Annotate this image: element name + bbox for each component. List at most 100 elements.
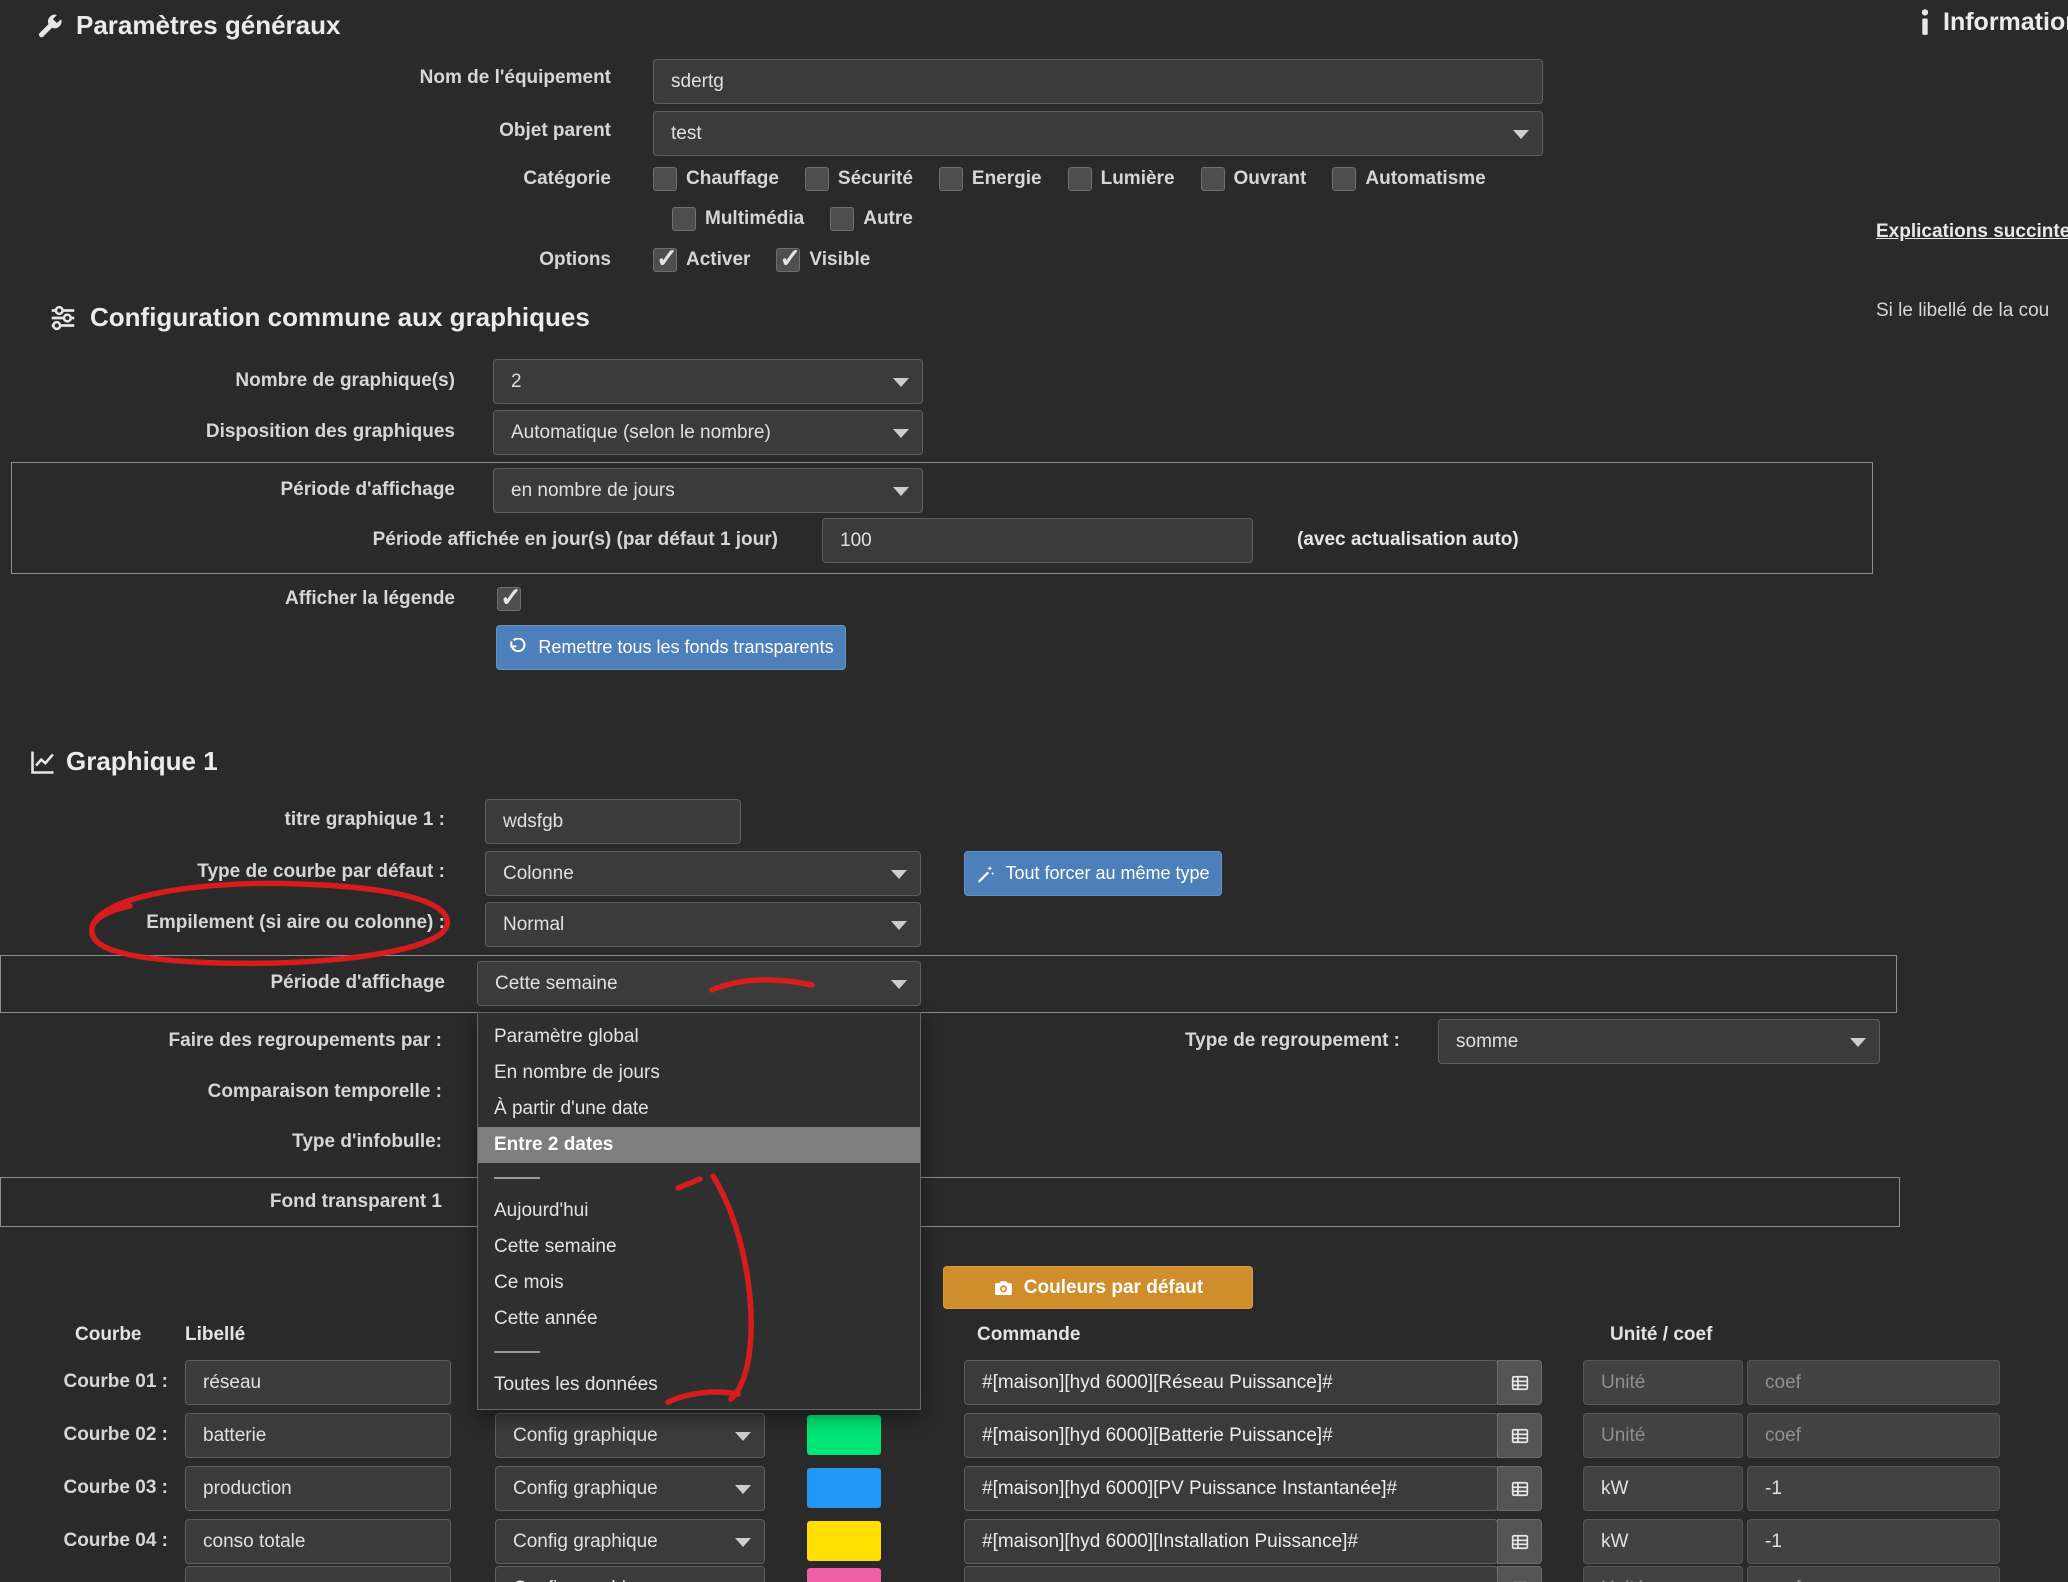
category-lumiere[interactable]: Lumière: [1068, 167, 1175, 191]
period-days-input[interactable]: [822, 518, 1253, 563]
table-list-icon: [1510, 1579, 1530, 1582]
curve-label-input[interactable]: [185, 1360, 451, 1405]
curve-command-input[interactable]: [964, 1466, 1498, 1511]
curve-command-input[interactable]: [964, 1519, 1498, 1564]
table-list-icon: [1510, 1426, 1530, 1446]
dropdown-item-a-partir-dune-date[interactable]: À partir d'une date: [478, 1091, 920, 1127]
page-header: Paramètres généraux: [36, 10, 340, 41]
stacking-label: Empilement (si aire ou colonne) :: [0, 912, 445, 934]
curve-command-input[interactable]: [964, 1413, 1498, 1458]
checkbox[interactable]: [1332, 167, 1356, 191]
explanations-link[interactable]: Explications succinte: [1876, 221, 2068, 243]
category-ouvrant[interactable]: Ouvrant: [1201, 167, 1307, 191]
chevron-down-icon: [1850, 1038, 1866, 1047]
curve-unit-input[interactable]: [1583, 1360, 1743, 1405]
checkbox[interactable]: [672, 207, 696, 231]
stacking-select[interactable]: Normal: [485, 902, 921, 947]
option-activer[interactable]: Activer: [653, 248, 750, 272]
dropdown-item-cette-annee[interactable]: Cette année: [478, 1301, 920, 1337]
category-energie[interactable]: Energie: [939, 167, 1042, 191]
command-picker-button[interactable]: [1497, 1466, 1542, 1511]
curve-color-swatch[interactable]: [807, 1468, 881, 1508]
curve-row-name: Courbe 04 :: [0, 1530, 168, 1552]
curve-unit-input[interactable]: [1583, 1413, 1743, 1458]
curve-coef-input[interactable]: [1747, 1566, 2000, 1582]
curve-coef-input[interactable]: [1747, 1360, 2000, 1405]
dropdown-item-entre-2-dates[interactable]: Entre 2 dates: [478, 1127, 920, 1163]
category-multimedia[interactable]: Multimédia: [672, 207, 804, 231]
dropdown-item-cette-semaine[interactable]: Cette semaine: [478, 1229, 920, 1265]
category-label: Catégorie: [0, 168, 611, 190]
curve-unit-input[interactable]: [1583, 1519, 1743, 1564]
checkbox[interactable]: [653, 167, 677, 191]
equipment-name-label: Nom de l'équipement: [0, 67, 611, 89]
dropdown-item-en-nombre-de-jours[interactable]: En nombre de jours: [478, 1055, 920, 1091]
curve-color-swatch[interactable]: [807, 1415, 881, 1455]
curve-config-select[interactable]: Config graphique: [495, 1413, 765, 1458]
curve-color-swatch[interactable]: [807, 1568, 881, 1582]
curve-label-input[interactable]: [185, 1466, 451, 1511]
dropdown-item-parametre-global[interactable]: Paramètre global: [478, 1019, 920, 1055]
curve-coef-input[interactable]: [1747, 1519, 2000, 1564]
dropdown-item-aujourdhui[interactable]: Aujourd'hui: [478, 1193, 920, 1229]
checkbox[interactable]: [776, 248, 800, 272]
curve-row-name: Courbe 02 :: [0, 1424, 168, 1446]
reset-backgrounds-button[interactable]: Remettre tous les fonds transparents: [496, 625, 846, 670]
checkbox[interactable]: [939, 167, 963, 191]
category-autre[interactable]: Autre: [830, 207, 913, 231]
show-legend-checkbox[interactable]: [497, 587, 521, 611]
command-picker-button[interactable]: [1497, 1566, 1542, 1582]
magic-wand-icon: [976, 864, 995, 883]
graph1-title: Graphique 1: [66, 746, 218, 777]
graph1-title-input[interactable]: [485, 799, 741, 844]
common-period-select[interactable]: en nombre de jours: [493, 468, 923, 513]
checkbox[interactable]: [1201, 167, 1225, 191]
option-visible[interactable]: Visible: [776, 248, 870, 272]
command-picker-button[interactable]: [1497, 1360, 1542, 1405]
checkbox[interactable]: [805, 167, 829, 191]
curve-unit-input[interactable]: [1583, 1566, 1743, 1582]
graph-count-select[interactable]: 2: [493, 359, 923, 404]
curve-unit-input[interactable]: [1583, 1466, 1743, 1511]
sliders-icon: [48, 303, 78, 333]
chevron-down-icon: [891, 870, 907, 879]
curve-row-name: Courbe 01 :: [0, 1371, 168, 1393]
default-colors-button[interactable]: Couleurs par défaut: [943, 1266, 1253, 1309]
curve-label-input[interactable]: [185, 1413, 451, 1458]
checkbox[interactable]: [830, 207, 854, 231]
curve-config-select[interactable]: Config graphique: [495, 1519, 765, 1564]
curve-config-select[interactable]: Config graphique: [495, 1566, 765, 1582]
wrench-icon: [36, 12, 64, 40]
curve-type-select[interactable]: Colonne: [485, 851, 921, 896]
command-picker-button[interactable]: [1497, 1519, 1542, 1564]
curve-command-input[interactable]: [964, 1360, 1498, 1405]
dropdown-item-ce-mois[interactable]: Ce mois: [478, 1265, 920, 1301]
curve-label-input[interactable]: [185, 1566, 451, 1582]
parent-object-select[interactable]: test: [653, 111, 1543, 156]
label-note: Si le libellé de la cou: [1876, 300, 2049, 322]
command-picker-button[interactable]: [1497, 1413, 1542, 1458]
equipment-name-input[interactable]: [653, 59, 1543, 104]
curve-command-input[interactable]: [964, 1566, 1498, 1582]
checkbox[interactable]: [653, 248, 677, 272]
curve-label-input[interactable]: [185, 1519, 451, 1564]
chevron-down-icon: [735, 1432, 751, 1441]
category-chauffage[interactable]: Chauffage: [653, 167, 779, 191]
force-same-type-button[interactable]: Tout forcer au même type: [964, 851, 1222, 896]
options-label: Options: [0, 249, 611, 271]
curve-type-label: Type de courbe par défaut :: [0, 861, 445, 883]
curve-row-name: Courbe 03 :: [0, 1477, 168, 1499]
curve-config-select[interactable]: Config graphique: [495, 1466, 765, 1511]
curve-coef-input[interactable]: [1747, 1466, 2000, 1511]
dropdown-item-toutes-les-donnees[interactable]: Toutes les données: [478, 1367, 920, 1403]
category-securite[interactable]: Sécurité: [805, 167, 913, 191]
page-title: Paramètres généraux: [76, 10, 340, 41]
graph1-period-select[interactable]: Cette semaine: [477, 961, 921, 1006]
curve-coef-input[interactable]: [1747, 1413, 2000, 1458]
graph-layout-select[interactable]: Automatique (selon le nombre): [493, 410, 923, 455]
grouping-type-select[interactable]: somme: [1438, 1019, 1880, 1064]
dropdown-divider: [478, 1163, 920, 1193]
checkbox[interactable]: [1068, 167, 1092, 191]
category-automatisme[interactable]: Automatisme: [1332, 167, 1485, 191]
curve-color-swatch[interactable]: [807, 1521, 881, 1561]
